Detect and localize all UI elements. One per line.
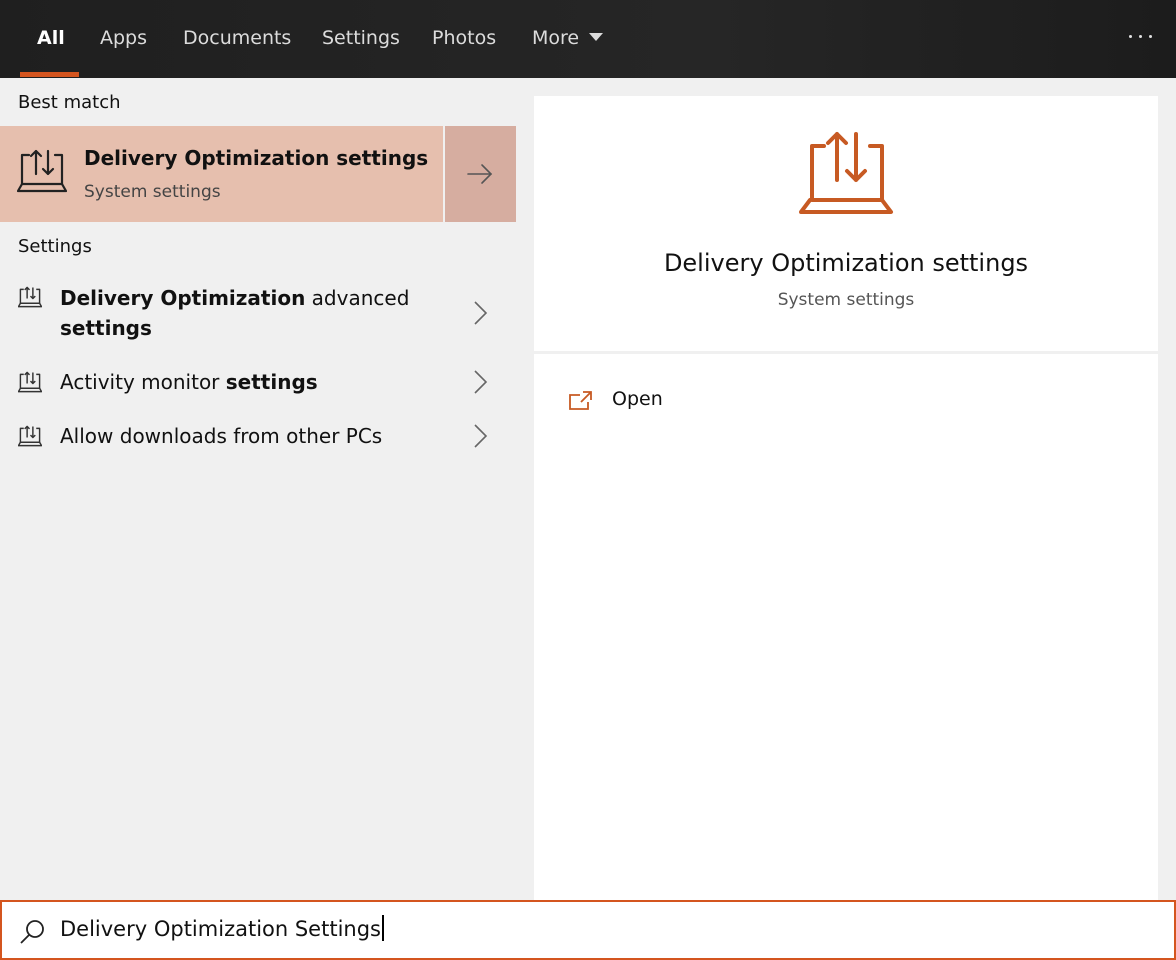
ellipsis-icon[interactable] (1129, 35, 1152, 38)
chevron-right-icon (474, 301, 488, 325)
tab-all[interactable]: All (37, 0, 65, 78)
delivery-optimization-icon (18, 425, 42, 447)
search-input-value: Delivery Optimization Settings (60, 917, 381, 941)
tab-apps[interactable]: Apps (100, 0, 147, 78)
text-cursor (382, 915, 384, 941)
preview-title: Delivery Optimization settings (663, 249, 1029, 277)
list-item[interactable]: Activity monitor settings (0, 366, 516, 402)
delivery-optimization-icon (18, 371, 42, 393)
open-external-icon (569, 391, 592, 410)
tab-more[interactable]: More (532, 0, 604, 78)
open-action[interactable]: Open (568, 386, 868, 416)
tab-documents[interactable]: Documents (183, 0, 291, 78)
tab-photos[interactable]: Photos (432, 0, 496, 78)
search-input[interactable]: Delivery Optimization Settings (60, 915, 384, 943)
list-item-label: Activity monitor settings (60, 370, 318, 394)
list-item[interactable]: Allow downloads from other PCs (0, 420, 516, 456)
open-preview-button[interactable] (445, 126, 516, 222)
open-action-label: Open (612, 388, 663, 410)
active-tab-indicator (20, 72, 79, 77)
best-match-heading: Best match (18, 92, 121, 113)
search-icon (20, 920, 44, 944)
chevron-right-icon (474, 424, 488, 448)
list-item-label: Delivery Optimization advanced settings (60, 286, 410, 340)
settings-heading: Settings (18, 236, 92, 257)
delivery-optimization-icon (17, 149, 67, 193)
preview-subtitle: System settings (777, 290, 915, 310)
delivery-optimization-icon (799, 132, 893, 214)
tab-settings[interactable]: Settings (322, 0, 400, 78)
best-match-subtitle: System settings (84, 182, 221, 202)
best-match-title: Delivery Optimization settings (84, 146, 429, 170)
search-scope-tabs: All Apps Documents Settings Photos More (0, 0, 1176, 78)
delivery-optimization-icon (18, 286, 42, 308)
chevron-right-icon (474, 370, 488, 394)
preview-panel: Delivery Optimization settings System se… (534, 96, 1158, 900)
best-match-item[interactable]: Delivery Optimization settings System se… (0, 126, 443, 222)
search-bar[interactable]: Delivery Optimization Settings (0, 900, 1176, 960)
tab-more-label: More (532, 27, 580, 49)
list-item-label: Allow downloads from other PCs (60, 424, 383, 448)
preview-header: Delivery Optimization settings System se… (534, 96, 1158, 354)
results-panel: Best match Delivery Optimization setting… (0, 78, 516, 900)
arrow-right-icon (467, 164, 493, 184)
list-item[interactable]: Delivery Optimization advanced settings (0, 278, 516, 350)
caret-down-icon (589, 32, 604, 41)
